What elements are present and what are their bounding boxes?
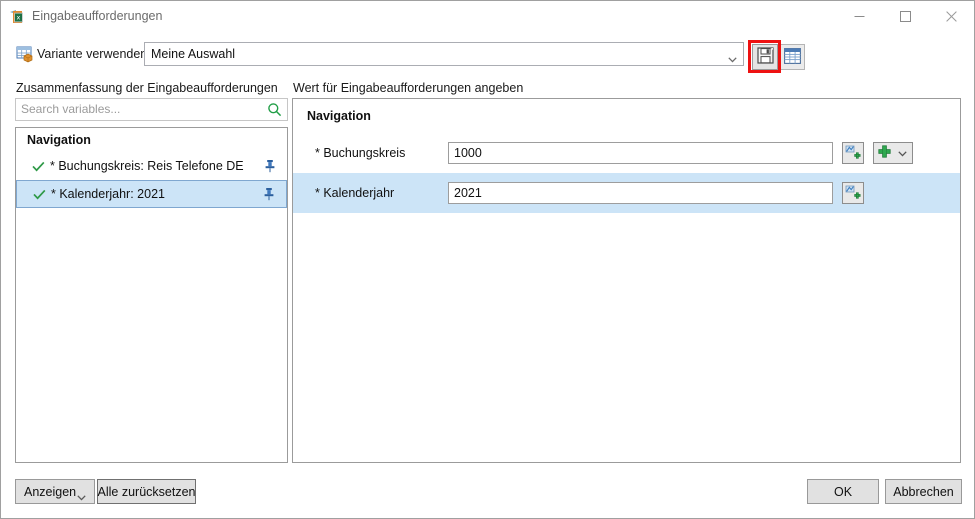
search-input[interactable] [21, 102, 259, 116]
minimize-button[interactable] [836, 1, 882, 32]
check-icon [28, 161, 48, 172]
cancel-button-label: Abbrechen [893, 484, 954, 499]
save-variant-button[interactable] [752, 44, 778, 70]
ok-button-label: OK [833, 484, 853, 499]
variant-toolbar: Variante verwenden Meine Auswahl [1, 41, 974, 71]
left-panel-caption: Zusammenfassung der Eingabeaufforderunge… [16, 81, 278, 95]
ok-button[interactable]: OK [807, 479, 879, 504]
excel-prompt-icon: x [9, 8, 27, 26]
variant-label: Variante verwenden [37, 47, 148, 61]
field-buttons [842, 182, 864, 204]
title-bar: x Eingabeaufforderungen [1, 1, 974, 33]
chevron-down-icon [77, 490, 86, 504]
add-value-button[interactable] [873, 142, 913, 164]
minimize-icon [854, 16, 864, 17]
buchungskreis-input[interactable] [448, 142, 833, 164]
pin-icon[interactable] [258, 187, 280, 201]
field-buttons [842, 142, 913, 164]
maximize-button[interactable] [882, 1, 928, 32]
pin-icon[interactable] [259, 159, 281, 173]
value-help-button[interactable] [842, 182, 864, 204]
chevron-down-icon [728, 52, 737, 63]
value-help-button[interactable] [842, 142, 864, 164]
list-item-label: * Kalenderjahr: 2021 [51, 187, 165, 201]
cancel-button[interactable]: Abbrechen [885, 479, 962, 504]
svg-text:x: x [16, 14, 20, 22]
chevron-down-icon [898, 146, 907, 160]
check-icon [29, 189, 49, 200]
prompt-values-panel: Navigation * Buchungskreis 1000 * Kalend… [292, 98, 961, 463]
show-button-label: Anzeigen [24, 484, 77, 499]
reset-all-button[interactable]: Alle zurücksetzen [97, 479, 196, 504]
prompt-field-row: * Buchungskreis [293, 133, 960, 173]
value-help-icon [845, 144, 861, 163]
window-controls [836, 1, 974, 32]
window-title: Eingabeaufforderungen [32, 9, 163, 23]
prompt-field-row: * Kalenderjahr [293, 173, 960, 213]
field-label: * Buchungskreis [315, 146, 406, 160]
list-item[interactable]: * Kalenderjahr: 2021 [16, 180, 287, 208]
list-item[interactable]: * Buchungskreis: Reis Telefone DE [16, 152, 287, 180]
reset-all-label: Alle zurücksetzen [97, 484, 196, 499]
close-button[interactable] [928, 1, 974, 32]
eingabeaufforderungen-dialog: x Eingabeaufforderungen Variante verwend… [0, 0, 975, 519]
value-help-icon [845, 184, 861, 203]
show-button[interactable]: Anzeigen [15, 479, 95, 504]
right-panel-caption: Wert für Eingabeaufforderungen angeben [293, 81, 524, 95]
search-variables-box[interactable] [15, 98, 288, 121]
add-plus-icon [878, 145, 891, 161]
save-icon [756, 47, 774, 67]
variant-grid-button[interactable] [779, 44, 805, 70]
table-grid-icon [783, 47, 801, 67]
list-item-label: * Buchungskreis: Reis Telefone DE [50, 159, 244, 173]
list-group-header: Navigation [27, 133, 91, 147]
maximize-icon [899, 11, 911, 22]
close-icon [945, 11, 957, 22]
variant-combobox[interactable]: Meine Auswahl [144, 42, 744, 66]
kalenderjahr-input[interactable] [448, 182, 833, 204]
variables-summary-list: Navigation * Buchungskreis: Reis Telefon… [15, 127, 288, 463]
variant-table-icon [16, 45, 34, 63]
variant-combobox-value: Meine Auswahl [151, 47, 236, 61]
search-icon[interactable] [267, 102, 282, 117]
field-label: * Kalenderjahr [315, 186, 395, 200]
detail-group-header: Navigation [307, 109, 371, 123]
